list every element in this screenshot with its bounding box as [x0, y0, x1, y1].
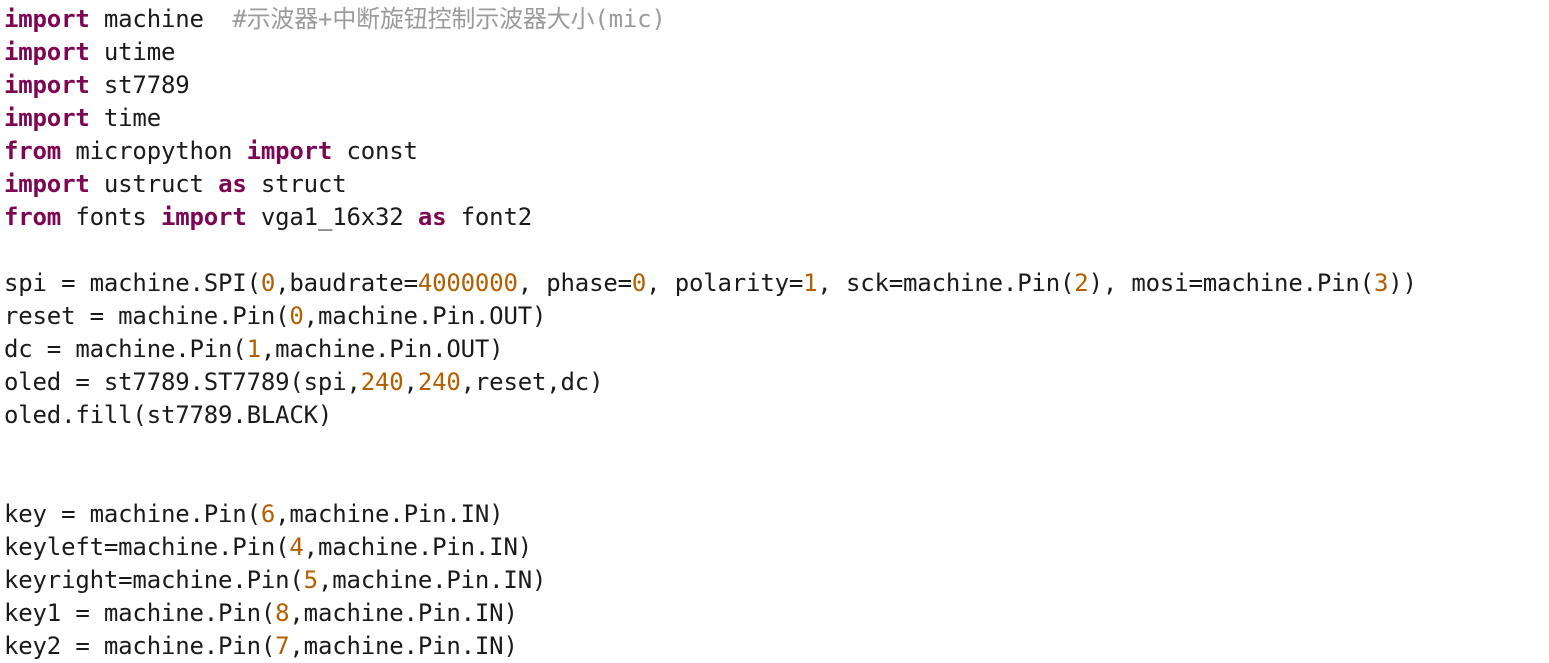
code-line[interactable]: reset = machine.Pin(0,machine.Pin.OUT) — [0, 300, 1549, 333]
text-token: ), mosi=machine.Pin( — [1088, 269, 1375, 297]
code-line-blank[interactable] — [0, 234, 1549, 267]
text-token: ,machine.Pin.IN) — [317, 566, 547, 594]
text-token: const — [332, 137, 418, 165]
keyword-token: import — [160, 203, 247, 231]
text-token: ,reset,dc) — [460, 368, 604, 396]
code-line[interactable]: from fonts import vga1_16x32 as font2 — [0, 201, 1549, 234]
text-token: keyright=machine.Pin( — [4, 566, 304, 594]
code-line[interactable]: import st7789 — [0, 69, 1549, 102]
keyword-token: from — [4, 137, 62, 165]
text-token: keyleft=machine.Pin( — [4, 533, 290, 561]
text-token: ,machine.Pin.IN) — [303, 533, 532, 561]
code-line[interactable]: import time — [0, 102, 1549, 135]
number-token: 8 — [275, 599, 290, 627]
number-token: 7 — [275, 632, 290, 660]
code-line[interactable]: key1 = machine.Pin(8,machine.Pin.IN) — [0, 597, 1549, 630]
code-line[interactable]: key2 = machine.Pin(7,machine.Pin.IN) — [0, 630, 1549, 663]
code-line[interactable]: keyright=machine.Pin(5,machine.Pin.IN) — [0, 564, 1549, 597]
keyword-token: import — [4, 5, 90, 33]
number-token: 6 — [260, 500, 276, 528]
text-token: utime — [89, 38, 176, 66]
text-token: ,machine.Pin.IN) — [275, 500, 504, 528]
code-line[interactable]: key = machine.Pin(6,machine.Pin.IN) — [0, 498, 1549, 531]
code-line-blank[interactable] — [0, 432, 1549, 465]
text-token: ustruct — [89, 170, 219, 198]
text-token: oled.fill(st7789.BLACK) — [4, 401, 333, 429]
number-token: 240 — [417, 368, 461, 396]
number-token: 240 — [360, 368, 404, 396]
keyword-token: as — [417, 203, 447, 231]
text-token: , phase= — [517, 269, 632, 297]
text-token: key2 = machine.Pin( — [4, 632, 276, 660]
number-token: 3 — [1373, 269, 1389, 297]
number-token: 0 — [631, 269, 647, 297]
text-token: key1 = machine.Pin( — [4, 599, 276, 627]
number-token: 4000000 — [417, 269, 518, 297]
keyword-token: import — [4, 38, 90, 66]
text-token: micropython — [61, 137, 247, 165]
keyword-token: from — [4, 203, 62, 231]
text-token: reset = machine.Pin( — [4, 302, 290, 330]
text-token: st7789 — [89, 71, 190, 99]
code-line-blank[interactable] — [0, 465, 1549, 498]
number-token: 5 — [303, 566, 318, 594]
keyword-token: import — [4, 170, 90, 198]
number-token: 2 — [1074, 269, 1089, 297]
text-token: struct — [246, 170, 347, 198]
keyword-token: import — [4, 71, 90, 99]
text-token: oled = st7789.ST7789(spi, — [4, 368, 361, 396]
code-line[interactable]: import utime — [0, 36, 1549, 69]
comment-token: #示波器+中断旋钮控制示波器大小(mic) — [232, 5, 666, 33]
text-token: ,machine.Pin.IN) — [289, 632, 518, 660]
code-line[interactable]: oled = st7789.ST7789(spi,240,240,reset,d… — [0, 366, 1549, 399]
number-token: 1 — [246, 335, 261, 363]
code-line[interactable]: import ustruct as struct — [0, 168, 1549, 201]
text-token: spi = machine.SPI( — [4, 269, 261, 297]
code-line[interactable]: spi = machine.SPI(0,baudrate=4000000, ph… — [0, 267, 1549, 300]
number-token: 4 — [289, 533, 304, 561]
text-token: dc = machine.Pin( — [4, 335, 247, 363]
number-token: 0 — [260, 269, 276, 297]
code-line[interactable]: from micropython import const — [0, 135, 1549, 168]
code-line[interactable]: oled.fill(st7789.BLACK) — [0, 399, 1549, 432]
text-token: , — [403, 368, 418, 396]
text-token: )) — [1388, 269, 1417, 297]
keyword-token: as — [218, 170, 247, 198]
number-token: 1 — [803, 269, 818, 297]
code-line[interactable]: keyleft=machine.Pin(4,machine.Pin.IN) — [0, 531, 1549, 564]
code-editor[interactable]: import machine #示波器+中断旋钮控制示波器大小(mic) impo… — [0, 0, 1549, 660]
text-token: , polarity= — [646, 269, 804, 297]
keyword-token: import — [246, 137, 333, 165]
text-token: , sck=machine.Pin( — [817, 269, 1075, 297]
text-token: ,baudrate= — [275, 269, 418, 297]
code-line[interactable]: dc = machine.Pin(1,machine.Pin.OUT) — [0, 333, 1549, 366]
text-token: time — [89, 104, 161, 132]
keyword-token: import — [4, 104, 90, 132]
text-token: ,machine.Pin.OUT) — [303, 302, 547, 330]
text-token: ,machine.Pin.IN) — [289, 599, 518, 627]
number-token: 0 — [289, 302, 304, 330]
text-token: font2 — [446, 203, 533, 231]
code-line[interactable]: import machine #示波器+中断旋钮控制示波器大小(mic) — [0, 0, 1549, 36]
code-lines-container: import machine #示波器+中断旋钮控制示波器大小(mic) impo… — [0, 0, 1549, 663]
text-token: key = machine.Pin( — [4, 500, 261, 528]
text-token: vga1_16x32 — [246, 203, 418, 231]
text-token: ,machine.Pin.OUT) — [260, 335, 504, 363]
text-token: machine — [89, 5, 233, 33]
text-token: fonts — [61, 203, 161, 231]
